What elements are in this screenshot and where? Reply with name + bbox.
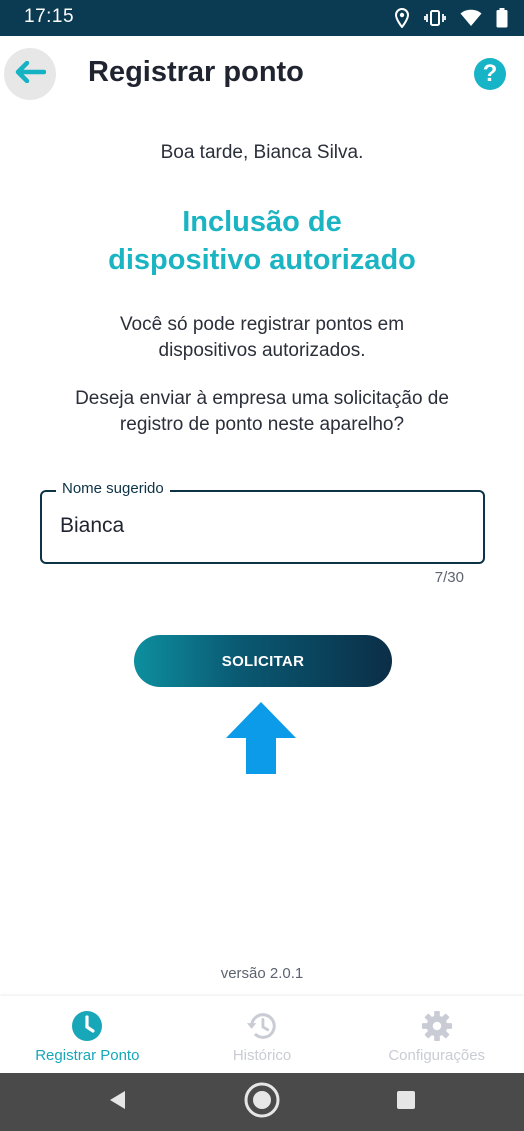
arrow-up-icon bbox=[224, 700, 298, 781]
nav-item-registrar-ponto[interactable]: Registrar Ponto bbox=[0, 996, 175, 1073]
suggested-name-field[interactable]: Nome sugerido bbox=[40, 480, 485, 564]
history-icon bbox=[246, 1010, 278, 1042]
system-nav-bar bbox=[0, 1073, 524, 1131]
nav-item-configuracoes[interactable]: Configurações bbox=[349, 996, 524, 1073]
nav-label-configuracoes: Configurações bbox=[388, 1047, 486, 1064]
location-icon bbox=[394, 8, 410, 28]
nav-item-historico[interactable]: Histórico bbox=[175, 996, 350, 1073]
circle-home-icon bbox=[244, 1082, 280, 1123]
info-paragraph: Você só pode registrar pontos em disposi… bbox=[40, 312, 484, 364]
gear-icon bbox=[421, 1010, 453, 1042]
info-line-1: Você só pode registrar pontos em bbox=[119, 314, 405, 335]
version-text: versão 2.0.1 bbox=[220, 965, 304, 982]
arrow-left-icon bbox=[14, 60, 47, 88]
nav-label-historico: Histórico bbox=[232, 1047, 292, 1064]
solicitar-button[interactable]: SOLICITAR bbox=[134, 635, 392, 687]
status-bar: 17:15 bbox=[0, 0, 524, 36]
page-title: Registrar ponto bbox=[88, 56, 304, 88]
help-icon: ? bbox=[482, 60, 498, 87]
heading-line-2: dispositivo autorizado bbox=[108, 244, 416, 276]
nav-label-registrar-ponto: Registrar Ponto bbox=[35, 1047, 140, 1064]
section-heading: Inclusão de dispositivo autorizado bbox=[0, 203, 524, 279]
back-button[interactable] bbox=[4, 48, 56, 100]
character-counter: 7/30 bbox=[434, 569, 464, 586]
wifi-icon bbox=[460, 9, 482, 27]
question-line-1: Deseja enviar à empresa uma solicitação … bbox=[75, 388, 449, 409]
status-icons bbox=[394, 6, 508, 30]
question-paragraph: Deseja enviar à empresa uma solicitação … bbox=[40, 386, 484, 438]
triangle-back-icon bbox=[107, 1089, 129, 1116]
square-recents-icon bbox=[396, 1090, 416, 1115]
suggested-name-input[interactable] bbox=[60, 514, 460, 538]
status-time: 17:15 bbox=[24, 6, 75, 27]
battery-icon bbox=[496, 8, 508, 28]
vibrate-icon bbox=[424, 9, 446, 27]
bottom-nav: Registrar Ponto Histórico Configurações bbox=[0, 996, 524, 1073]
question-line-2: registro de ponto neste aparelho? bbox=[119, 414, 405, 435]
system-back-button[interactable] bbox=[100, 1084, 136, 1120]
info-line-2: dispositivos autorizados. bbox=[158, 340, 366, 361]
greeting-text: Boa tarde, Bianca Silva. bbox=[160, 142, 364, 163]
system-home-button[interactable] bbox=[244, 1082, 280, 1123]
heading-line-1: Inclusão de bbox=[182, 206, 342, 238]
suggested-name-label: Nome sugerido bbox=[56, 480, 170, 497]
help-button[interactable]: ? bbox=[474, 58, 506, 90]
clock-icon bbox=[71, 1010, 103, 1042]
system-recents-button[interactable] bbox=[388, 1084, 424, 1120]
